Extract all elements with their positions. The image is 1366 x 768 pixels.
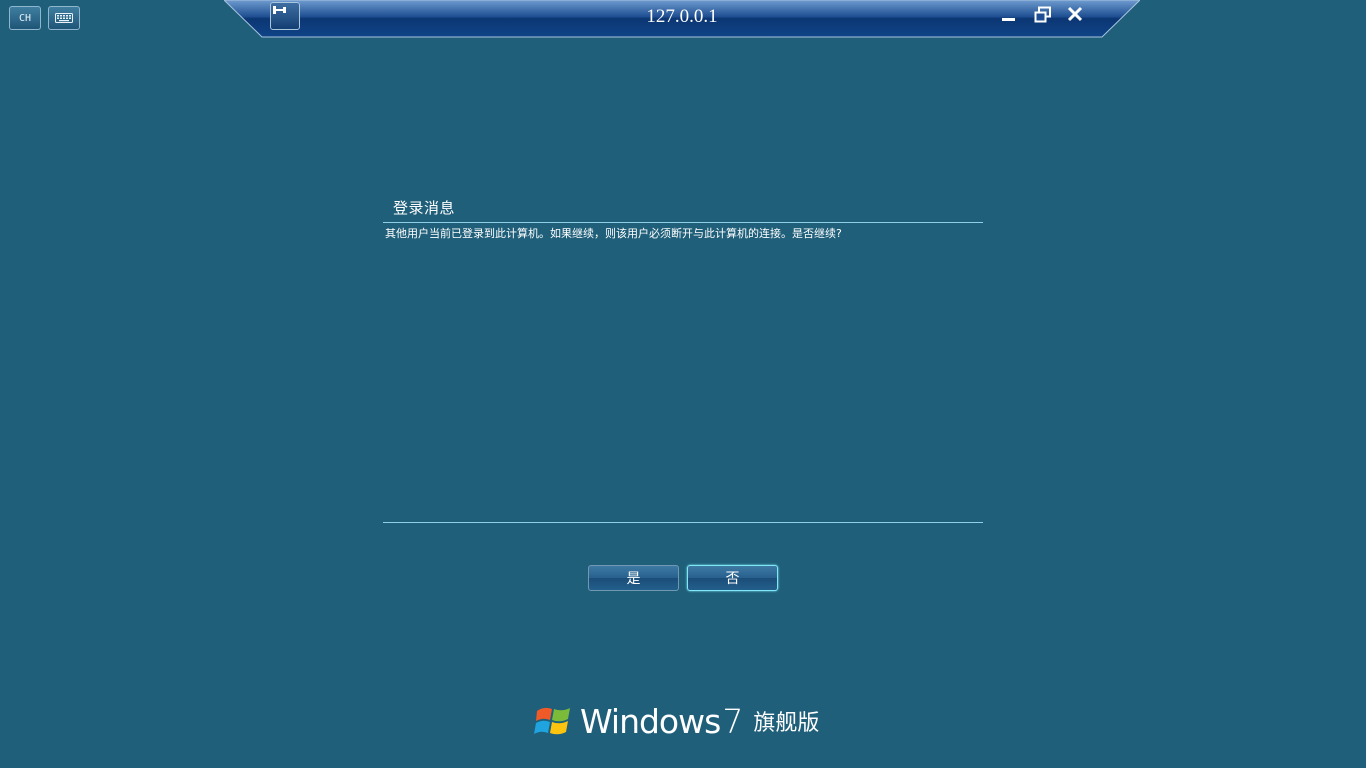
dialog-title: 登录消息	[393, 199, 456, 217]
on-screen-keyboard-button[interactable]	[48, 6, 80, 30]
windows-branding: Windows 7 旗舰版	[534, 700, 819, 742]
dialog-divider-bottom	[383, 522, 983, 523]
close-icon	[1067, 6, 1083, 22]
yes-button-label: 是	[626, 571, 641, 587]
minimize-button[interactable]	[1001, 6, 1025, 28]
dialog-divider-top	[383, 222, 983, 223]
input-language-label: CH	[18, 12, 32, 24]
input-language-button[interactable]: CH	[9, 6, 41, 30]
keyboard-icon	[55, 13, 73, 23]
remote-desktop-screen: CH 127.0.0.1 登录消息 其他用户当前已登录到此计算机。如果继续，则该…	[0, 0, 1366, 768]
connection-bar: 127.0.0.1	[224, 0, 1140, 38]
yes-button[interactable]: 是	[588, 565, 679, 591]
dialog-message: 其他用户当前已登录到此计算机。如果继续，则该用户必须断开与此计算机的连接。是否继…	[385, 227, 842, 240]
brand-word: Windows	[580, 701, 721, 741]
brand-version: 7	[722, 701, 744, 741]
no-button[interactable]: 否	[687, 565, 778, 591]
restore-icon	[1034, 6, 1051, 23]
no-button-label: 否	[725, 571, 740, 587]
windows-logo-icon	[534, 707, 570, 735]
brand-edition: 旗舰版	[753, 711, 820, 736]
minimize-icon	[1002, 18, 1015, 21]
close-button[interactable]	[1067, 6, 1091, 28]
restore-button[interactable]	[1034, 6, 1058, 28]
